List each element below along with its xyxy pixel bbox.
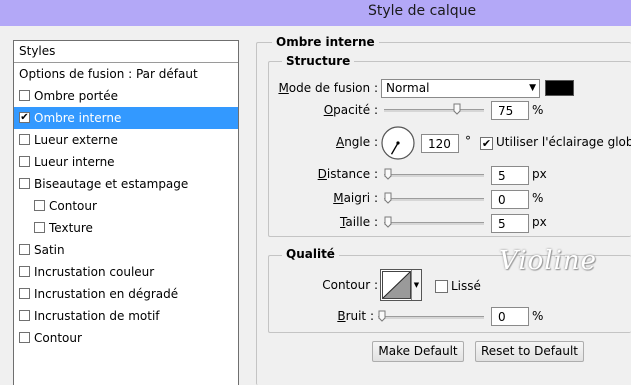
style-list-label: Texture — [49, 221, 93, 235]
contour-curve-icon — [382, 271, 411, 299]
style-checkbox[interactable] — [19, 178, 30, 189]
size-label: Taille : — [340, 215, 378, 229]
styles-list-panel: Styles Options de fusion : Par défaut Omb… — [13, 40, 239, 385]
style-list-item[interactable]: Lueur interne — [14, 151, 238, 173]
size-input[interactable]: 5 — [491, 214, 529, 233]
style-list-item[interactable]: Texture — [14, 217, 238, 239]
choke-slider-thumb[interactable] — [384, 192, 392, 204]
style-list-item[interactable]: Incrustation de motif — [14, 305, 238, 327]
style-list-label: Satin — [34, 243, 65, 257]
chevron-down-icon: ▼ — [529, 83, 536, 93]
distance-label: Distance : — [317, 167, 378, 181]
global-light-label[interactable]: Utiliser l'éclairage global — [496, 135, 631, 149]
choke-slider-track — [384, 198, 484, 201]
noise-input[interactable]: 0 — [491, 307, 529, 326]
style-list-label: Incrustation de motif — [34, 309, 160, 323]
contour-picker[interactable]: ▼ — [380, 269, 422, 301]
style-checkbox[interactable] — [19, 156, 30, 167]
style-list-label: Ombre portée — [34, 89, 118, 103]
contour-label: Contour : — [322, 278, 378, 292]
style-checkbox[interactable] — [19, 288, 30, 299]
style-list-item[interactable]: Contour — [14, 327, 238, 349]
style-checkbox[interactable] — [19, 244, 30, 255]
watermark-logo: Violine — [499, 246, 598, 276]
choke-unit: % — [532, 191, 544, 205]
distance-input[interactable]: 5 — [491, 166, 529, 185]
distance-slider[interactable] — [384, 168, 484, 182]
antialias-label[interactable]: Lissé — [451, 279, 481, 293]
style-checkbox[interactable] — [19, 134, 30, 145]
title-bar: Style de calque — [0, 0, 631, 26]
angle-unit: ° — [465, 134, 471, 148]
style-list-label: Biseautage et estampage — [34, 177, 189, 191]
contour-dropdown-arrow[interactable]: ▼ — [411, 270, 421, 300]
opacity-slider[interactable] — [384, 103, 484, 117]
opacity-input[interactable]: 75 — [491, 101, 529, 120]
style-checkbox[interactable]: ✔ — [19, 112, 30, 123]
noise-label: Bruit : — [337, 309, 374, 323]
style-list-label: Lueur interne — [34, 155, 115, 169]
opacity-slider-thumb[interactable] — [453, 103, 461, 115]
antialias-checkbox[interactable] — [435, 280, 448, 293]
shadow-color-swatch[interactable] — [545, 80, 574, 96]
opacity-slider-track — [384, 109, 484, 112]
opacity-unit: % — [532, 103, 544, 117]
size-unit: px — [532, 215, 547, 229]
size-slider-track — [384, 222, 484, 225]
distance-unit: px — [532, 167, 547, 181]
size-slider[interactable] — [384, 216, 484, 230]
style-checkbox[interactable] — [19, 332, 30, 343]
style-list-item[interactable]: Incrustation couleur — [14, 261, 238, 283]
distance-slider-track — [384, 174, 484, 177]
distance-slider-thumb[interactable] — [384, 168, 392, 180]
angle-dial[interactable] — [380, 125, 416, 161]
noise-unit: % — [532, 309, 544, 323]
style-list-label: Contour — [34, 331, 82, 345]
choke-label: Maigri : — [333, 191, 378, 205]
style-checkbox[interactable] — [34, 200, 45, 211]
style-list-label: Incrustation couleur — [34, 265, 155, 279]
style-list-label: Incrustation en dégradé — [34, 287, 179, 301]
style-checkbox[interactable] — [34, 222, 45, 233]
styles-panel-header[interactable]: Styles — [14, 41, 238, 63]
style-list-item[interactable]: ✔ Ombre interne — [14, 107, 238, 129]
blend-mode-value: Normal — [386, 81, 430, 95]
global-light-checkbox[interactable]: ✔ — [480, 137, 493, 150]
style-checkbox[interactable] — [19, 310, 30, 321]
style-list-label: Lueur externe — [34, 133, 118, 147]
style-list-item[interactable]: Biseautage et estampage — [14, 173, 238, 195]
style-list-item[interactable]: Ombre portée — [14, 85, 238, 107]
blend-mode-select[interactable]: Normal ▼ — [381, 79, 540, 98]
style-checkbox[interactable] — [19, 90, 30, 101]
opacity-label: Opacité : — [323, 103, 378, 117]
style-list-label: Options de fusion : Par défaut — [19, 67, 198, 81]
quality-title: Qualité — [282, 247, 339, 261]
inner-shadow-title: Ombre interne — [272, 35, 379, 49]
noise-slider-track — [378, 316, 484, 319]
style-list-item[interactable]: Incrustation en dégradé — [14, 283, 238, 305]
reset-to-default-button[interactable]: Reset to Default — [475, 341, 584, 362]
style-list-item[interactable]: Lueur externe — [14, 129, 238, 151]
style-list-label: Contour — [49, 199, 97, 213]
structure-title: Structure — [282, 54, 355, 68]
make-default-button[interactable]: Make Default — [372, 341, 464, 362]
style-list-label: Ombre interne — [34, 111, 122, 125]
window-title: Style de calque — [368, 3, 477, 19]
angle-label: Angle : — [335, 135, 378, 149]
noise-slider[interactable] — [378, 310, 484, 324]
choke-input[interactable]: 0 — [491, 190, 529, 209]
size-slider-thumb[interactable] — [384, 216, 392, 228]
blend-mode-label: Mode de fusion : — [278, 81, 378, 95]
noise-slider-thumb[interactable] — [378, 310, 386, 322]
angle-input[interactable]: 120 — [421, 134, 459, 153]
style-list-item[interactable]: Satin — [14, 239, 238, 261]
blending-options-item[interactable]: Options de fusion : Par défaut — [14, 63, 238, 85]
choke-slider[interactable] — [384, 192, 484, 206]
style-list-item[interactable]: Contour — [14, 195, 238, 217]
style-checkbox[interactable] — [19, 266, 30, 277]
